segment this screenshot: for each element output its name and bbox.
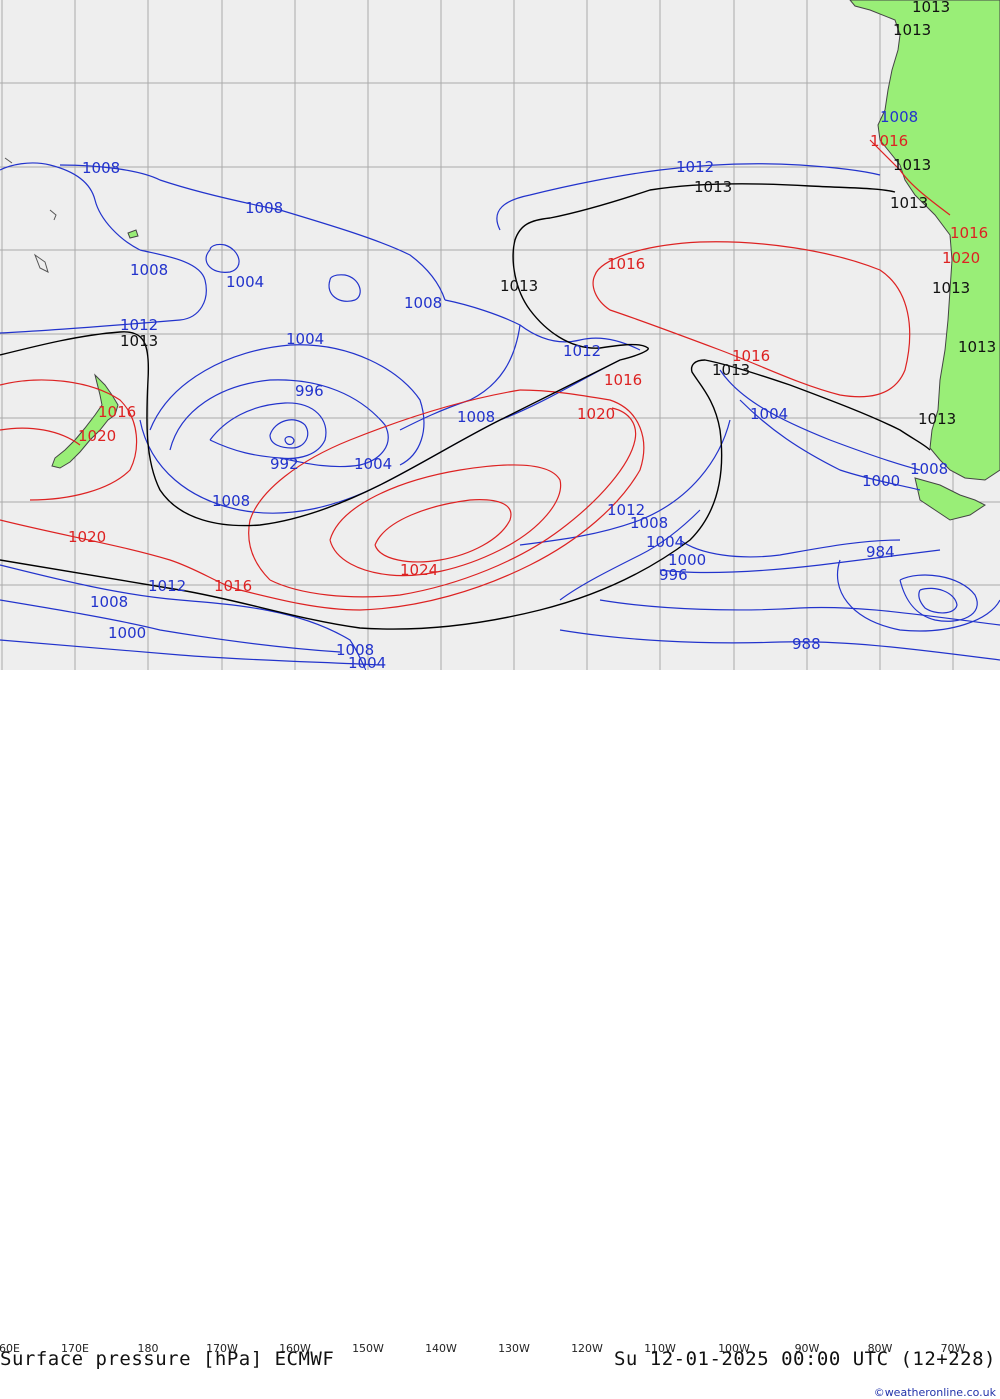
isobar-label: 1000 — [862, 472, 900, 490]
isobar-label: 1020 — [78, 427, 116, 445]
isobar-label: 1000 — [108, 624, 146, 642]
isobar-label: 1013 — [712, 361, 750, 379]
isobar-label: 1012 — [148, 577, 186, 595]
run-info: Su 12-01-2025 00:00 UTC (12+228) — [613, 1348, 996, 1370]
isobar-label: 996 — [659, 566, 688, 584]
isobar-label: 1020 — [942, 249, 980, 267]
isobar-label: 1013 — [500, 277, 538, 295]
isobar-label: 996 — [295, 382, 324, 400]
tierra-del-fuego-land — [914, 477, 986, 521]
isobar-label: 1013 — [912, 0, 950, 16]
isobar-label: 1008 — [245, 199, 283, 217]
isobar-label: 1004 — [354, 455, 392, 473]
island-land — [127, 229, 139, 239]
lon-label: 150W — [352, 1342, 384, 1355]
isobar-label: 1008 — [212, 492, 250, 510]
isobar-label: 1013 — [694, 178, 732, 196]
isobar-label: 1013 — [120, 332, 158, 350]
isobar-label: 1016 — [950, 224, 988, 242]
isobar-label: 984 — [866, 543, 895, 561]
isobar-label: 988 — [792, 635, 821, 653]
footer-bar: 160E 170E 180 170W 160W 150W 140W 130W 1… — [0, 670, 1000, 1399]
isobar-label: 1016 — [870, 132, 908, 150]
isobar-label: 1016 — [604, 371, 642, 389]
isobar-label: 992 — [270, 455, 299, 473]
lon-label: 130W — [498, 1342, 530, 1355]
isobar-label: 1008 — [880, 108, 918, 126]
isobar-label: 1024 — [400, 561, 438, 579]
isobar-label: 1013 — [893, 21, 931, 39]
isobar-label: 1008 — [130, 261, 168, 279]
isobar-label: 1013 — [893, 156, 931, 174]
lon-label: 120W — [571, 1342, 603, 1355]
isobar-label: 1013 — [932, 279, 970, 297]
isobar-label: 1020 — [577, 405, 615, 423]
pressure-map: 1008 1008 1008 1004 1008 1012 1013 1004 … — [0, 0, 1000, 670]
isobar-label: 1008 — [82, 159, 120, 177]
new-zealand-land — [51, 373, 119, 469]
credit-link[interactable]: ©weatheronline.co.uk — [874, 1386, 996, 1399]
isobar-label: 1008 — [910, 460, 948, 478]
islands — [4, 157, 57, 273]
isobar-label: 1008 — [457, 408, 495, 426]
isobar-label: 1008 — [630, 514, 668, 532]
isobar-label: 1013 — [958, 338, 996, 356]
isobar-label: 1008 — [90, 593, 128, 611]
isobar-label: 1013 — [890, 194, 928, 212]
isobar-label: 1016 — [98, 403, 136, 421]
isobar-label: 1004 — [646, 533, 684, 551]
isobar-label: 1004 — [286, 330, 324, 348]
isobar-label: 1016 — [607, 255, 645, 273]
map-canvas: 1008 1008 1008 1004 1008 1012 1013 1004 … — [0, 0, 1000, 670]
isobar-label: 1012 — [563, 342, 601, 360]
isobars-ref — [0, 183, 931, 630]
isobar-label: 1004 — [348, 654, 386, 670]
isobar-labels: 1008 1008 1008 1004 1008 1012 1013 1004 … — [68, 0, 996, 670]
map-title: Surface pressure [hPa] ECMWF — [0, 1348, 335, 1370]
isobar-label: 1016 — [214, 577, 252, 595]
isobar-label: 1004 — [750, 405, 788, 423]
isobar-label: 1004 — [226, 273, 264, 291]
isobar-label: 1013 — [918, 410, 956, 428]
lon-label: 140W — [425, 1342, 457, 1355]
isobar-label: 1012 — [676, 158, 714, 176]
isobar-label: 1008 — [404, 294, 442, 312]
isobar-label: 1020 — [68, 528, 106, 546]
